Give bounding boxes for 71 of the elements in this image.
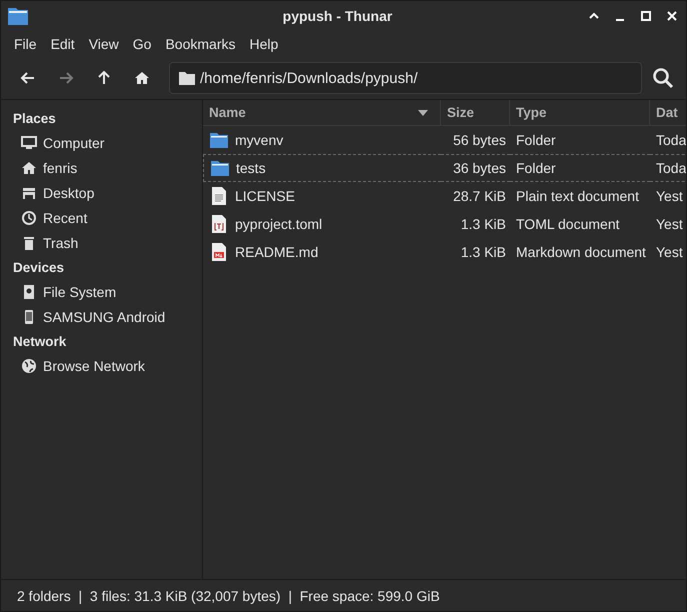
size-cell-text: 1.3 KiB: [460, 243, 507, 262]
size-cell: 36 bytes: [441, 154, 510, 182]
file-name: README.md: [235, 244, 318, 260]
menu-item[interactable]: Help: [242, 34, 286, 54]
file-name-cell[interactable]: myvenv: [203, 126, 441, 154]
column-header[interactable]: Type: [510, 100, 650, 126]
folder-icon: [209, 130, 229, 150]
sidebar-item[interactable]: Desktop: [1, 180, 102, 205]
sidebar-item[interactable]: Recent: [1, 205, 96, 230]
folder-icon: [179, 71, 195, 85]
menu-item[interactable]: Bookmarks: [158, 34, 242, 54]
square-icon: [640, 10, 652, 22]
minimize-icon: [616, 19, 624, 21]
menu-item[interactable]: File: [7, 34, 44, 54]
sidebar-item[interactable]: Computer: [1, 130, 112, 155]
type-cell-text: Plain text document: [515, 187, 640, 206]
sidebar-heading: Network: [12, 332, 68, 350]
right-arrow-icon: [58, 70, 74, 86]
file-name-cell[interactable]: tests: [203, 154, 441, 182]
file-name: pyproject.toml: [235, 216, 322, 232]
restore-button[interactable]: [638, 8, 654, 24]
size-cell-text: 1.3 KiB: [460, 215, 507, 234]
search-icon: [652, 67, 674, 89]
date-cell-text: Yest: [655, 243, 684, 262]
size-cell-text: 56 bytes: [452, 131, 507, 150]
close-icon: [666, 10, 678, 22]
left-arrow-icon: [20, 70, 36, 86]
sidebar-item[interactable]: Trash: [1, 230, 86, 255]
menu-item[interactable]: Edit: [44, 34, 82, 54]
sidebar-heading: Devices: [12, 258, 66, 276]
trash-icon: [21, 234, 37, 250]
bracket-file-icon: [209, 214, 229, 234]
sort-caret-icon: [418, 110, 428, 116]
type-cell: Folder: [510, 154, 650, 182]
date-cell-text: Toda: [655, 131, 686, 150]
up-arrow-icon: [96, 70, 112, 86]
date-cell-text: Yest: [655, 187, 684, 206]
file-name: myvenv: [235, 132, 284, 148]
sidebar-item[interactable]: fenris: [1, 155, 86, 180]
location-field[interactable]: /home/fenris/Downloads/pypush/: [169, 62, 642, 94]
menu-item[interactable]: Go: [126, 34, 158, 54]
drive-icon: [21, 284, 37, 300]
date-cell-text: Yest: [655, 215, 684, 234]
sidebar-item[interactable]: File System: [1, 279, 124, 304]
file-name-cell[interactable]: LICENSE: [203, 182, 441, 210]
type-cell-text: TOML document: [515, 215, 620, 234]
status-text: 2 folders | 3 files: 31.3 KiB (32,007 bytes) | Free space: 599.0 GiB: [17, 588, 440, 604]
clock-icon: [21, 210, 37, 226]
text-file-icon: [209, 186, 229, 206]
size-cell-text: 28.7 KiB: [452, 187, 507, 206]
column-header[interactable]: Size: [441, 100, 510, 126]
home-icon: [21, 160, 37, 176]
file-name-cell[interactable]: README.md: [203, 238, 441, 266]
window-title: pypush - Thunar: [282, 8, 394, 24]
menu-item[interactable]: View: [82, 34, 126, 54]
markdown-file-icon: [209, 242, 229, 262]
globe-icon: [21, 358, 37, 374]
home-icon: [134, 70, 150, 86]
type-cell-text: Markdown document: [515, 243, 647, 262]
folder-icon: [210, 158, 230, 178]
sidebar-item[interactable]: SAMSUNG Android: [1, 304, 174, 329]
date-cell: Toda: [650, 154, 686, 182]
monitor-icon: [21, 134, 37, 150]
column-header[interactable]: Name: [203, 100, 441, 126]
sidebar-heading: Places: [12, 110, 57, 128]
sidebar-item[interactable]: Browse Network: [1, 353, 153, 378]
folder-icon: [7, 6, 29, 26]
file-name-cell[interactable]: pyproject.toml: [203, 210, 441, 238]
file-name: tests: [236, 160, 266, 176]
type-cell-text: Folder: [515, 131, 557, 150]
file-name: LICENSE: [235, 188, 295, 204]
